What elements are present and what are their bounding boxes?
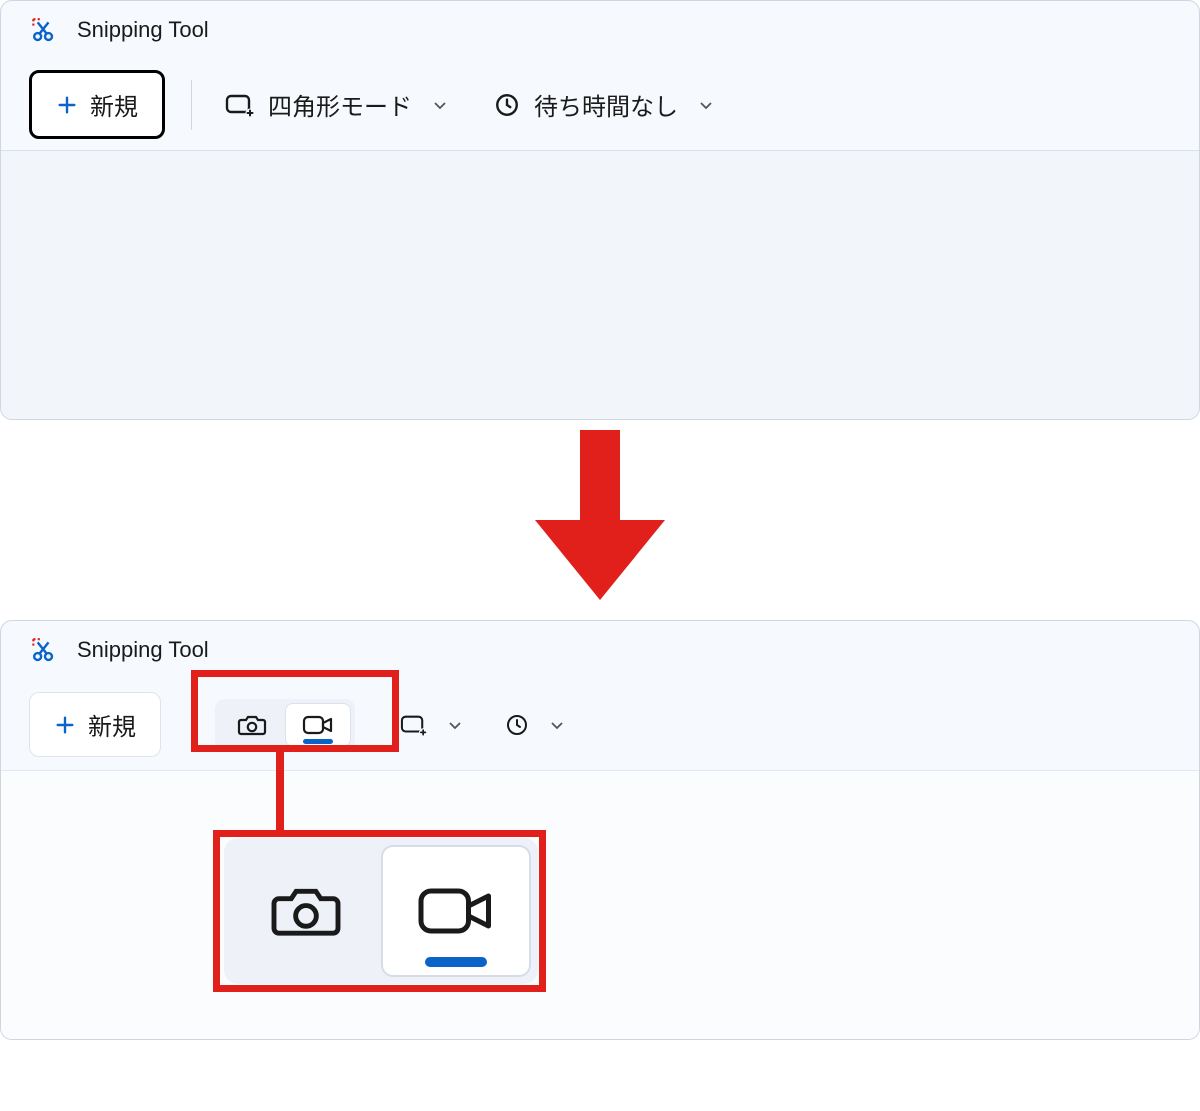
camera-icon	[267, 879, 345, 943]
canvas-area	[1, 771, 1199, 1039]
plus-icon	[56, 94, 78, 116]
toolbar: 新規 四角形モード 待ち	[1, 59, 1199, 151]
chevron-down-icon	[698, 97, 714, 113]
rectangle-mode-icon	[224, 92, 254, 118]
app-title: Snipping Tool	[77, 17, 209, 43]
screenshot-mode-button[interactable]	[219, 703, 285, 747]
toolbar-divider	[191, 80, 192, 130]
clock-icon	[505, 713, 529, 737]
titlebar: Snipping Tool	[1, 621, 1199, 679]
toolbar: 新規	[1, 679, 1199, 771]
delay-label: 待ち時間なし	[534, 87, 678, 122]
app-window-before: Snipping Tool 新規 四角形モード	[0, 0, 1200, 420]
record-mode-button[interactable]	[381, 845, 531, 977]
active-indicator	[425, 957, 487, 967]
chevron-down-icon	[447, 717, 463, 733]
rectangle-mode-icon	[399, 713, 427, 737]
snip-mode-dropdown[interactable]	[393, 703, 469, 747]
new-button[interactable]: 新規	[29, 70, 165, 139]
app-icon	[29, 17, 55, 43]
new-button-label: 新規	[90, 87, 138, 122]
video-camera-icon	[415, 881, 497, 941]
canvas-area	[1, 151, 1199, 419]
delay-dropdown[interactable]	[499, 703, 571, 747]
app-icon	[29, 637, 55, 663]
new-button[interactable]: 新規	[29, 692, 161, 757]
chevron-down-icon	[432, 97, 448, 113]
delay-dropdown[interactable]: 待ち時間なし	[488, 77, 720, 132]
screenshot-mode-button[interactable]	[231, 845, 381, 977]
app-title: Snipping Tool	[77, 637, 209, 663]
camera-icon	[237, 712, 267, 738]
record-mode-button[interactable]	[285, 703, 351, 747]
clock-icon	[494, 92, 520, 118]
capture-mode-toggle-zoom	[224, 838, 538, 984]
snip-mode-dropdown[interactable]: 四角形モード	[218, 77, 454, 132]
capture-mode-toggle	[215, 699, 355, 751]
new-button-label: 新規	[88, 707, 136, 742]
app-window-after: Snipping Tool 新規	[0, 620, 1200, 1040]
active-indicator	[303, 739, 333, 744]
down-arrow-icon	[535, 430, 665, 605]
video-camera-icon	[302, 713, 334, 737]
titlebar: Snipping Tool	[1, 1, 1199, 59]
plus-icon	[54, 714, 76, 736]
chevron-down-icon	[549, 717, 565, 733]
snip-mode-label: 四角形モード	[268, 87, 412, 122]
